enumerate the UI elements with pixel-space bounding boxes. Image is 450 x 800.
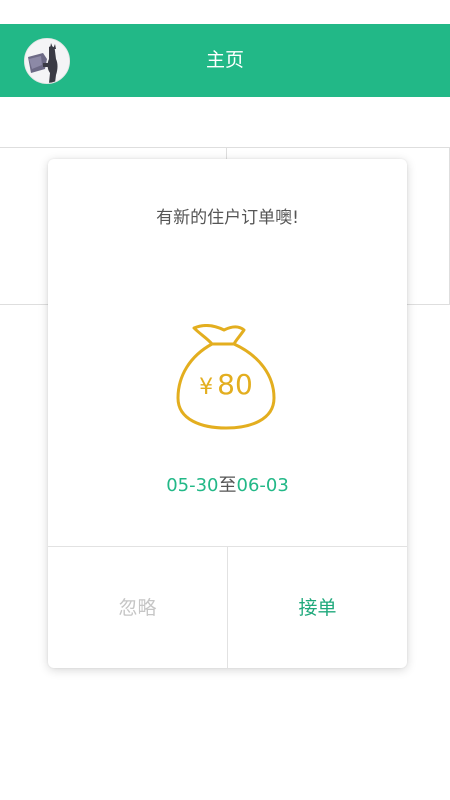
status-bar [0, 0, 450, 24]
app-header: 主页 [0, 24, 450, 97]
accept-order-button[interactable]: 接单 [228, 547, 407, 668]
dialog-actions: 忽略 接单 [48, 546, 407, 668]
currency-symbol: ¥ [199, 375, 214, 400]
date-range: 05-30至06-03 [48, 471, 407, 497]
amount-value: 80 [217, 368, 253, 401]
date-separator: 至 [218, 475, 237, 496]
new-order-dialog: 有新的住户订单噢! ¥80 05-30至06-03 忽略 接单 [48, 159, 407, 668]
date-start: 05-30 [166, 475, 219, 496]
avatar-image [25, 39, 69, 83]
order-amount-badge: ¥80 [176, 324, 276, 434]
new-order-message: 有新的住户订单噢! [156, 208, 299, 228]
avatar[interactable] [24, 38, 70, 84]
order-amount: ¥80 [176, 368, 276, 401]
date-end: 06-03 [236, 475, 289, 496]
ignore-button[interactable]: 忽略 [48, 547, 227, 668]
